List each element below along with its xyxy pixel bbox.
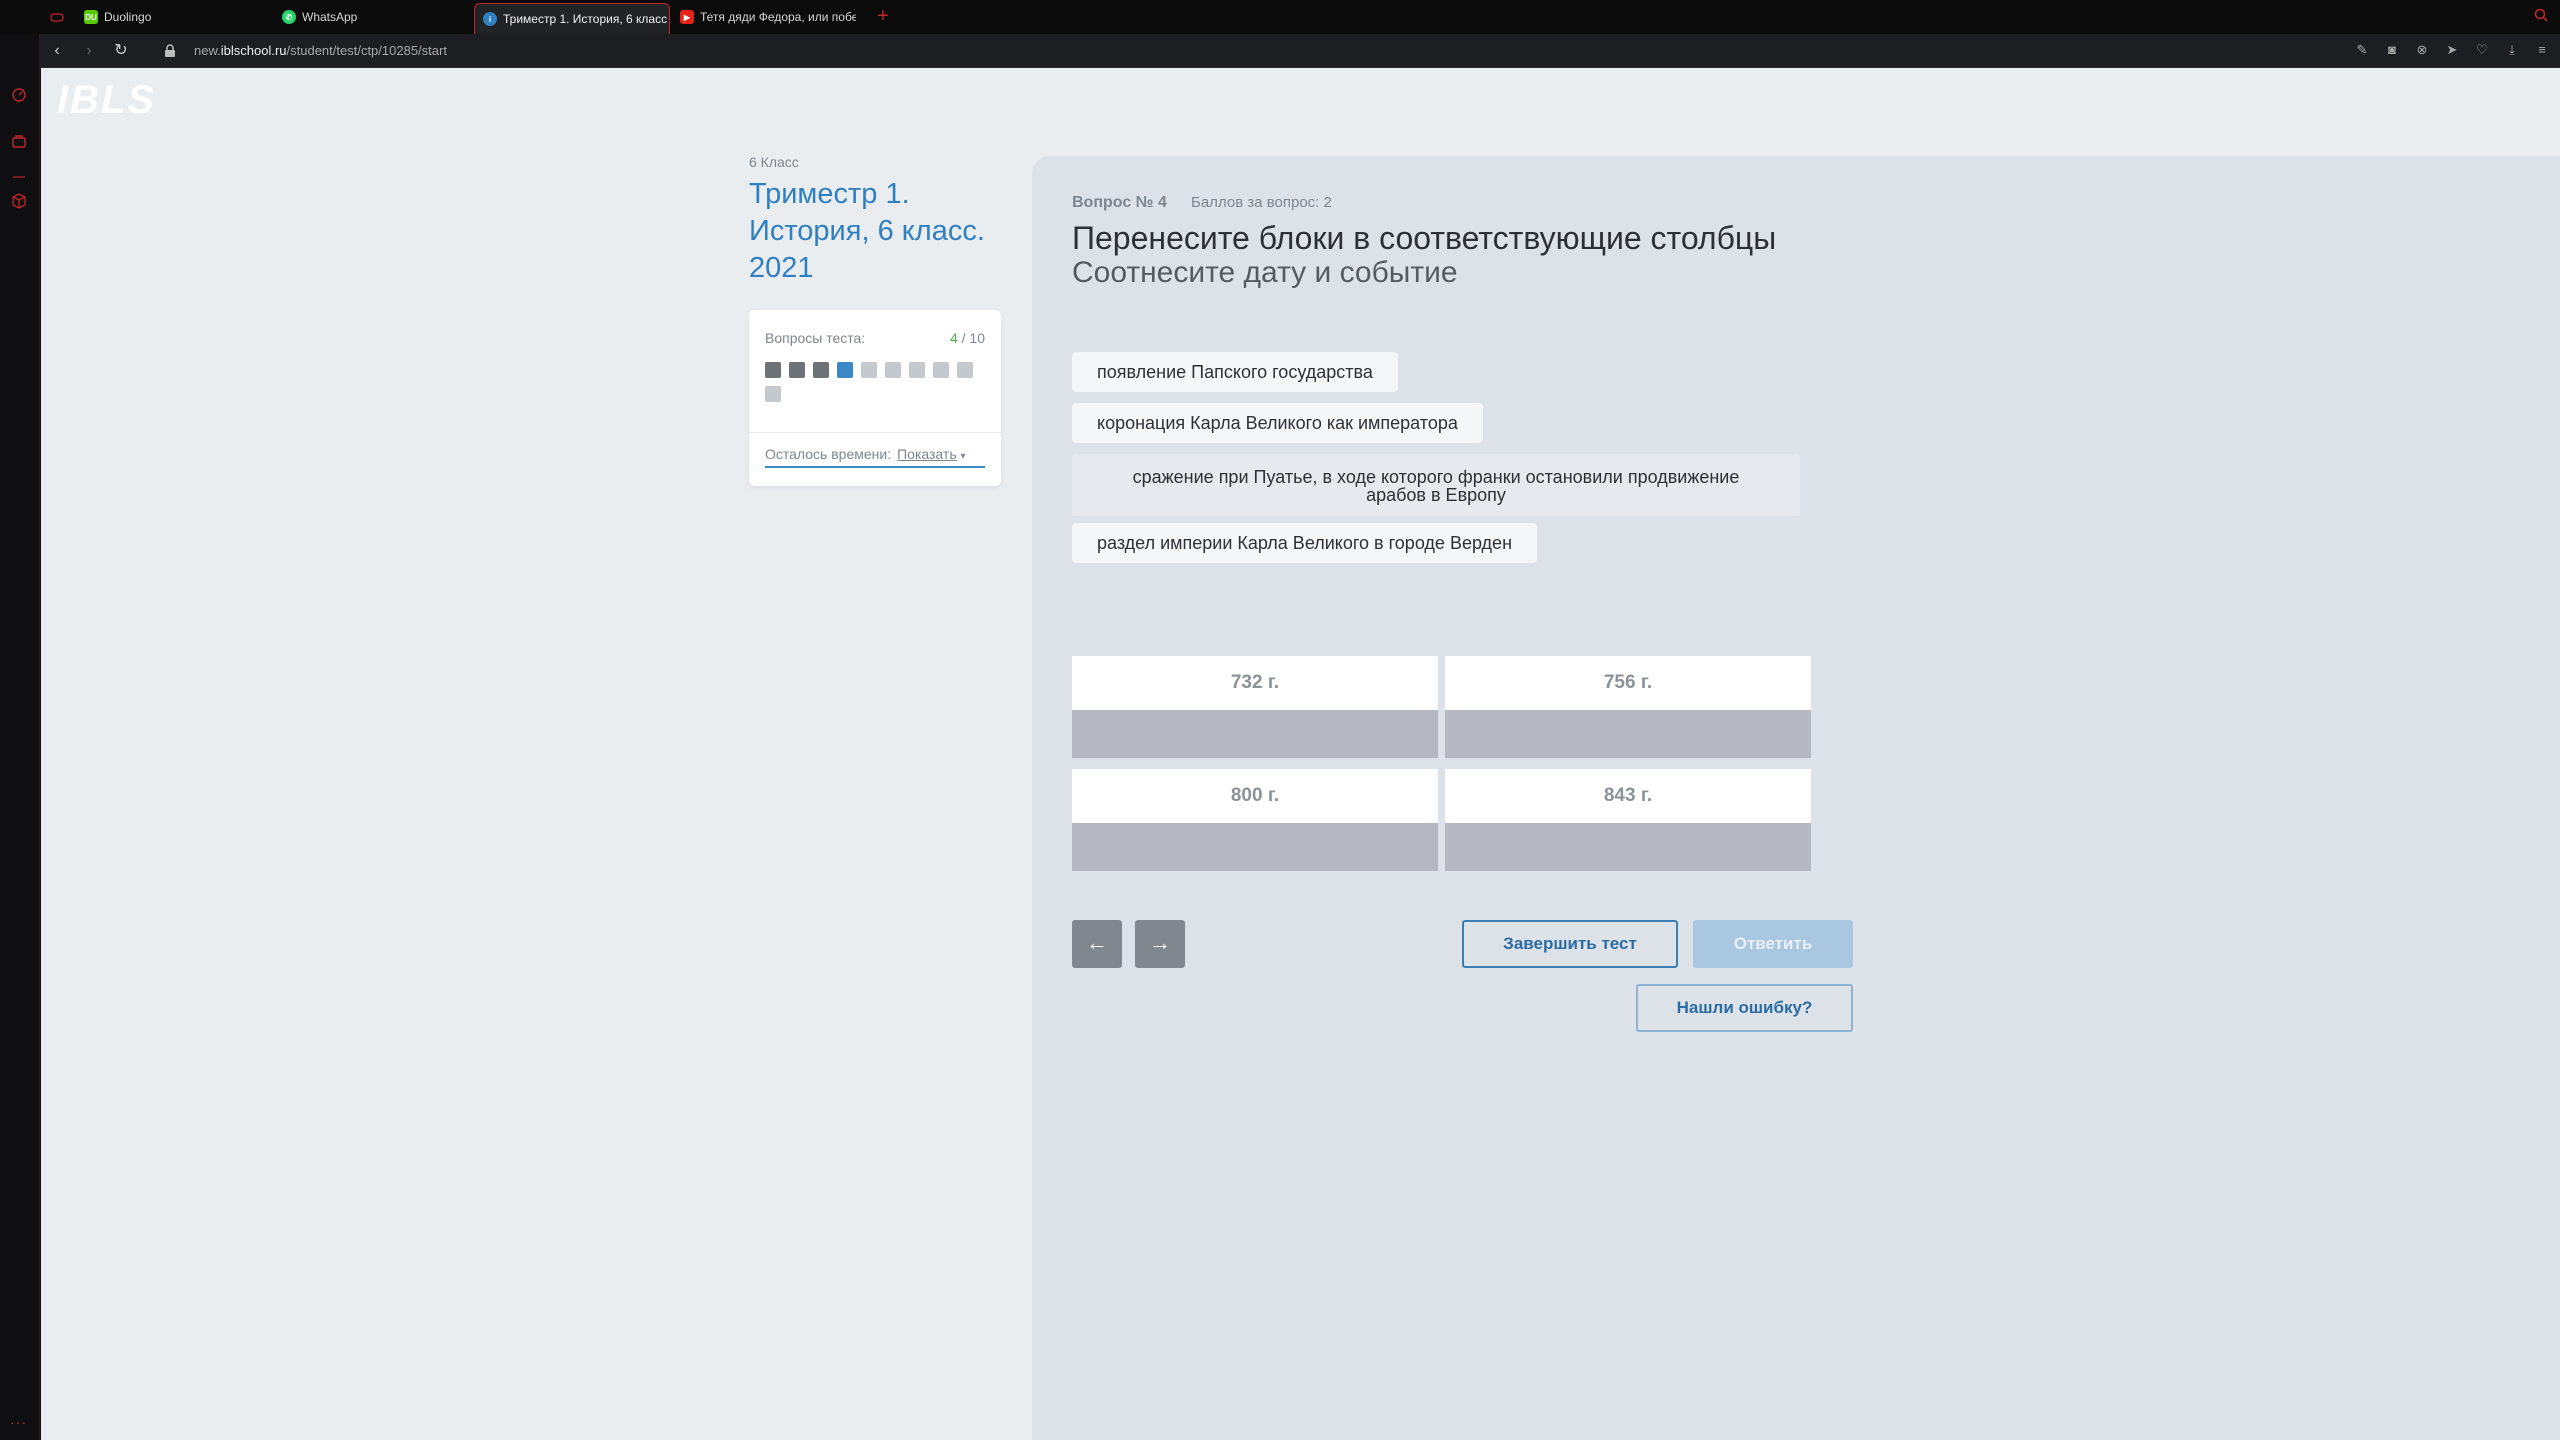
grade-label: 6 Класс (749, 154, 799, 170)
draggable-block[interactable]: раздел империи Карла Великого в городе В… (1072, 523, 1538, 563)
duolingo-icon: DU (84, 10, 98, 24)
divider (10, 166, 28, 178)
question-square[interactable] (765, 362, 781, 378)
question-panel: Вопрос № 4 Баллов за вопрос: 2 Перенесит… (1032, 156, 2560, 1440)
reload-icon[interactable]: ↻ (112, 42, 130, 60)
drop-zone[interactable] (1072, 710, 1438, 758)
chevron-down-icon[interactable]: ▾ (961, 451, 966, 462)
site-logo[interactable]: IBLS (57, 78, 156, 123)
browser-sidebar: ··· (0, 34, 40, 1440)
tab-label: WhatsApp (302, 10, 358, 24)
tab-label: Duolingo (104, 10, 152, 24)
draggable-block[interactable]: сражение при Пуатье, в ходе которого фра… (1072, 454, 1800, 516)
total-questions: / 10 (961, 330, 985, 346)
game-icon (50, 10, 64, 24)
speed-dial-icon[interactable] (10, 86, 28, 104)
drop-zone[interactable] (1445, 823, 1811, 871)
back-icon[interactable]: ‹ (48, 42, 66, 60)
url-path: /student/test/ctp/10285/start (286, 43, 447, 58)
download-icon[interactable]: ⤓ (2504, 42, 2520, 58)
forward-icon[interactable]: › (80, 42, 98, 60)
whatsapp-icon: ✆ (282, 10, 296, 24)
tab-game[interactable] (50, 4, 64, 30)
box-icon[interactable] (10, 192, 28, 210)
column-header: 756 г. (1445, 656, 1811, 710)
send-icon[interactable]: ➤ (2444, 42, 2460, 58)
url-prefix: new. (194, 43, 221, 58)
browser-tab-bar: DU Duolingo ✆ WhatsApp i Триместр 1. Ист… (0, 0, 2560, 34)
drop-zone[interactable] (1072, 823, 1438, 871)
draggable-block[interactable]: появление Папского государства (1072, 352, 1398, 392)
answer-button[interactable]: Ответить (1693, 920, 1853, 968)
question-square[interactable] (933, 362, 949, 378)
tab-label: Триместр 1. История, 6 класс (503, 12, 668, 26)
question-title: Перенесите блоки в соответствующие столб… (1072, 220, 1777, 256)
question-square[interactable] (765, 386, 781, 402)
tab-test[interactable]: i Триместр 1. История, 6 класс (474, 3, 670, 34)
camera-icon[interactable]: ◙ (2384, 42, 2400, 58)
menu-icon[interactable]: ≡ (2534, 42, 2550, 58)
youtube-icon: ▶ (680, 10, 694, 24)
question-square[interactable] (957, 362, 973, 378)
question-square[interactable] (789, 362, 805, 378)
question-navigator (765, 362, 985, 402)
lock-icon (164, 44, 176, 58)
question-square[interactable] (813, 362, 829, 378)
previous-question-button[interactable]: ← (1072, 920, 1122, 968)
url-field[interactable]: new.iblschool.ru/student/test/ctp/10285/… (194, 43, 447, 58)
column-header: 732 г. (1072, 656, 1438, 710)
edit-icon[interactable]: ✎ (2354, 42, 2370, 58)
url-domain: iblschool.ru (220, 43, 287, 58)
questions-counter: 4 / 10 (950, 330, 985, 346)
divider (749, 432, 1001, 433)
question-square[interactable] (909, 362, 925, 378)
next-question-button[interactable]: → (1135, 920, 1185, 968)
question-square[interactable] (837, 362, 853, 378)
column-header: 800 г. (1072, 769, 1438, 823)
show-time-link[interactable]: Показать (897, 446, 957, 462)
time-remaining: Осталось времени: Показать ▾ (765, 446, 985, 468)
report-error-button[interactable]: Нашли ошибку? (1636, 984, 1853, 1032)
question-square[interactable] (885, 362, 901, 378)
drop-zone[interactable] (1445, 710, 1811, 758)
test-title: Триместр 1. История, 6 класс. 2021 (749, 178, 985, 284)
more-icon[interactable]: ··· (10, 1414, 27, 1430)
tab-duolingo[interactable]: DU Duolingo (84, 4, 151, 30)
questions-label: Вопросы теста: (765, 330, 866, 346)
new-tab-button[interactable]: + (877, 5, 889, 28)
page: IBLS 6 Класс Триместр 1. История, 6 клас… (41, 68, 2560, 1440)
current-question-number: 4 (949, 330, 958, 346)
question-square[interactable] (861, 362, 877, 378)
bag-icon[interactable] (10, 132, 28, 150)
tab-label: Тетя дяди Федора, или побег (700, 10, 856, 24)
arrow-left-icon: ← (1086, 930, 1108, 955)
draggable-block[interactable]: коронация Карла Великого как императора (1072, 403, 1483, 443)
tab-whatsapp[interactable]: ✆ WhatsApp (282, 4, 357, 30)
questions-card: Вопросы теста: 4 / 10 Осталось времени: П… (749, 310, 1001, 486)
question-subtitle: Соотнесите дату и событие (1072, 256, 1458, 289)
column-header: 843 г. (1445, 769, 1811, 823)
tab-youtube[interactable]: ▶ Тетя дяди Федора, или побег (680, 4, 856, 30)
address-bar: ‹ › ↻ new.iblschool.ru/student/test/ctp/… (40, 34, 2560, 68)
question-points: Баллов за вопрос: 2 (1191, 194, 1332, 211)
question-number: Вопрос № 4 (1072, 194, 1167, 211)
time-label: Осталось времени: (765, 446, 892, 462)
finish-test-button[interactable]: Завершить тест (1462, 920, 1678, 968)
arrow-right-icon: → (1149, 930, 1171, 955)
search-icon[interactable] (2534, 8, 2548, 22)
block-icon[interactable]: ⊗ (2414, 42, 2430, 58)
ibls-icon: i (483, 12, 497, 26)
heart-icon[interactable]: ♡ (2474, 42, 2490, 58)
browser-toolbar: ✎ ◙ ⊗ ➤ ♡ ⤓ ≡ (2354, 42, 2550, 58)
